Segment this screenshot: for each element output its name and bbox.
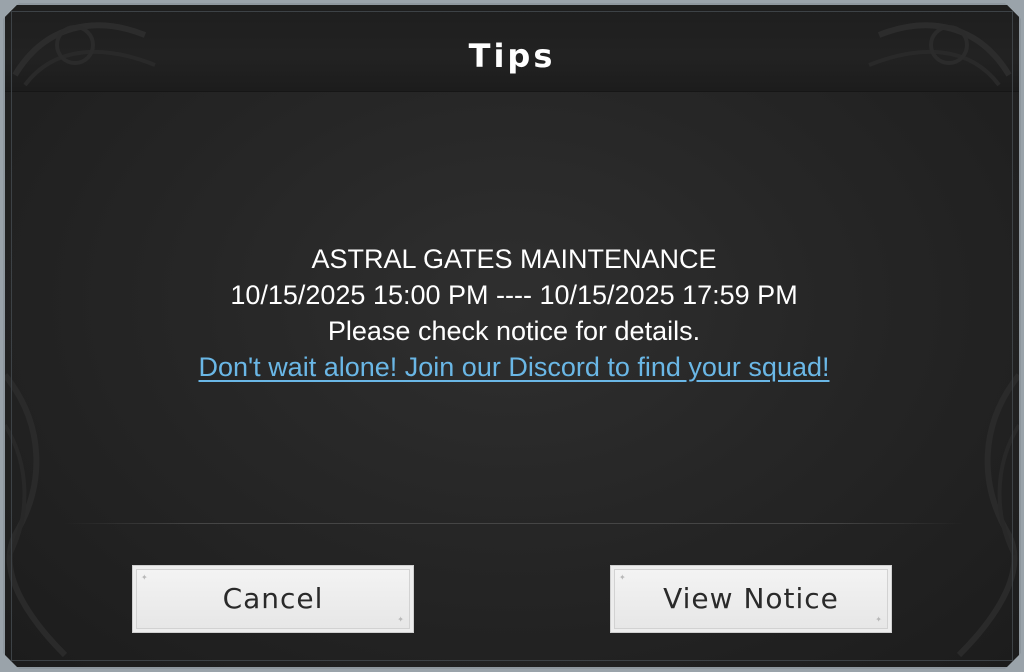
sparkle-icon: ✦ [397, 615, 405, 624]
ornament-right-side [956, 373, 1019, 658]
divider [65, 523, 963, 524]
maintenance-message: ASTRAL GATES MAINTENANCE 10/15/2025 15:0… [65, 241, 963, 385]
ornament-left-side [5, 373, 68, 658]
dialog-header: Tips [5, 5, 1019, 92]
cancel-button[interactable]: ✦ ✦ Cancel [132, 565, 414, 633]
dialog-title: Tips [468, 37, 556, 75]
view-notice-button-label: View Notice [663, 582, 839, 615]
sparkle-icon: ✦ [619, 573, 627, 582]
view-notice-button[interactable]: ✦ ✦ View Notice [610, 565, 892, 633]
discord-link[interactable]: Don't wait alone! Join our Discord to fi… [199, 349, 830, 385]
sparkle-icon: ✦ [875, 615, 883, 624]
maintenance-instruction: Please check notice for details. [327, 316, 701, 346]
tips-dialog: Tips ASTRAL GATES MAINTENANCE 10/15/2025… [3, 3, 1021, 669]
sparkle-icon: ✦ [141, 573, 149, 582]
maintenance-time-range: 10/15/2025 15:00 PM ---- 10/15/2025 17:5… [230, 280, 798, 310]
cancel-button-label: Cancel [222, 582, 324, 615]
maintenance-title: ASTRAL GATES MAINTENANCE [311, 244, 717, 274]
